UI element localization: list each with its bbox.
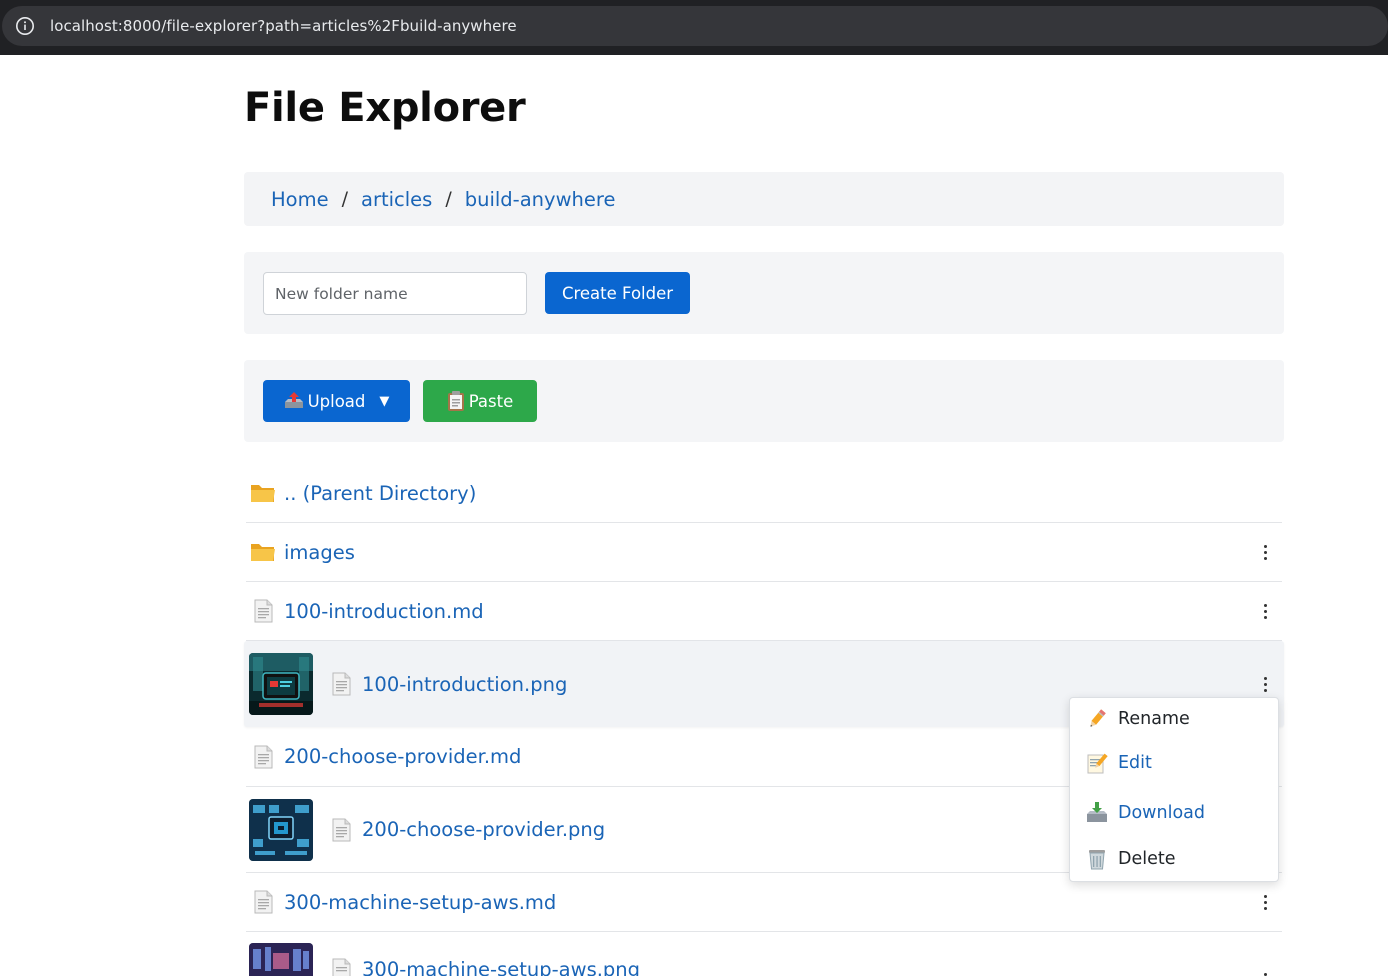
document-icon <box>328 957 354 976</box>
document-icon <box>328 671 354 697</box>
info-icon[interactable] <box>15 16 35 36</box>
memo-icon <box>1086 752 1108 774</box>
paste-label: Paste <box>468 391 514 411</box>
menu-item-edit[interactable]: Edit <box>1070 743 1278 783</box>
menu-item-label: Delete <box>1118 849 1176 869</box>
more-options-icon[interactable] <box>1260 542 1270 562</box>
file-name[interactable]: 300-machine-setup-aws.png <box>362 958 640 976</box>
chevron-down-icon: ▼ <box>379 393 390 409</box>
image-thumbnail[interactable] <box>249 798 313 861</box>
pencil-icon <box>1086 708 1108 730</box>
more-options-icon[interactable] <box>1260 892 1270 912</box>
paste-button[interactable]: Paste <box>423 380 537 422</box>
menu-item-delete[interactable]: Delete <box>1070 839 1278 879</box>
document-icon <box>250 889 276 915</box>
image-thumbnail[interactable] <box>249 653 313 715</box>
address-bar[interactable]: localhost:8000/file-explorer?path=articl… <box>2 6 1388 46</box>
more-options-icon[interactable] <box>1260 674 1270 694</box>
file-name[interactable]: 100-introduction.md <box>284 600 484 623</box>
inbox-tray-icon <box>1086 802 1108 824</box>
document-icon <box>250 744 276 770</box>
image-thumbnail[interactable] <box>249 943 313 976</box>
breadcrumb-articles[interactable]: articles <box>361 188 432 211</box>
clipboard-icon <box>447 391 465 411</box>
file-name[interactable]: 200-choose-provider.md <box>284 745 521 768</box>
menu-item-label: Edit <box>1118 753 1152 773</box>
more-options-icon[interactable] <box>1260 970 1270 976</box>
context-menu: Rename Edit Download Delete <box>1069 697 1279 882</box>
breadcrumb-home[interactable]: Home <box>271 188 329 211</box>
breadcrumb-separator: / <box>445 188 452 210</box>
new-folder-input[interactable] <box>263 272 527 315</box>
document-icon <box>250 598 276 624</box>
folder-icon <box>250 480 276 506</box>
list-item[interactable]: images <box>246 523 1282 582</box>
upload-button[interactable]: Upload ▼ <box>263 380 410 422</box>
breadcrumb-build-anywhere[interactable]: build-anywhere <box>465 188 616 211</box>
list-item[interactable]: .. (Parent Directory) <box>246 464 1282 523</box>
create-folder-panel: Create Folder <box>244 252 1284 334</box>
file-actions-panel: Upload ▼ Paste <box>244 360 1284 442</box>
list-item[interactable]: 300-machine-setup-aws.png <box>246 932 1282 976</box>
file-name[interactable]: 300-machine-setup-aws.md <box>284 891 556 914</box>
breadcrumb: Home / articles / build-anywhere <box>244 172 1284 226</box>
file-name[interactable]: 200-choose-provider.png <box>362 818 605 841</box>
outbox-tray-icon <box>284 392 304 410</box>
wastebasket-icon <box>1086 848 1108 870</box>
browser-toolbar: localhost:8000/file-explorer?path=articl… <box>0 0 1388 55</box>
page-title: File Explorer <box>244 85 526 131</box>
menu-item-rename[interactable]: Rename <box>1070 699 1278 739</box>
folder-icon <box>250 539 276 565</box>
breadcrumb-separator: / <box>341 188 348 210</box>
document-icon <box>328 817 354 843</box>
menu-item-label: Download <box>1118 803 1205 823</box>
file-name[interactable]: 100-introduction.png <box>362 673 567 696</box>
create-folder-button[interactable]: Create Folder <box>545 272 690 314</box>
menu-item-label: Rename <box>1118 709 1190 729</box>
menu-item-download[interactable]: Download <box>1070 793 1278 833</box>
file-name[interactable]: .. (Parent Directory) <box>284 482 476 505</box>
url-text[interactable]: localhost:8000/file-explorer?path=articl… <box>50 17 517 35</box>
file-name[interactable]: images <box>284 541 355 564</box>
upload-label: Upload <box>307 391 366 411</box>
list-item[interactable]: 100-introduction.md <box>246 582 1282 641</box>
more-options-icon[interactable] <box>1260 601 1270 621</box>
